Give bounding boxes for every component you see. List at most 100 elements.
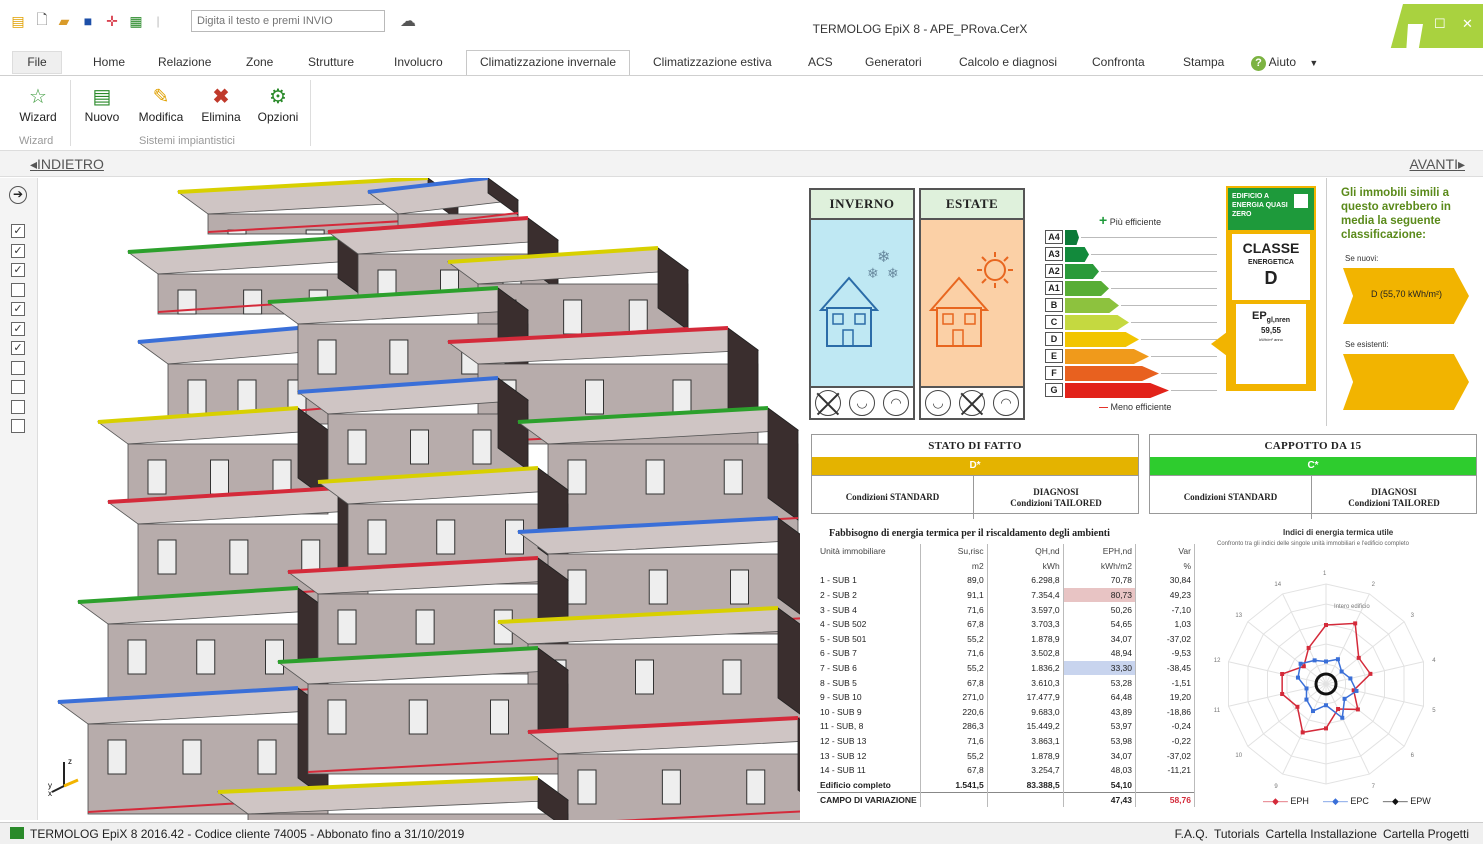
tab-home[interactable]: Home [91, 54, 127, 76]
epc-point [1340, 715, 1345, 720]
help-label: Aiuto [1268, 55, 1297, 69]
status-link[interactable]: Cartella Installazione [1266, 827, 1377, 841]
epc-point [1298, 661, 1303, 666]
apartment-block [276, 646, 570, 775]
layer-checkbox[interactable] [11, 419, 25, 433]
table-cell: 7 - SUB 6 [817, 660, 921, 676]
back-link[interactable]: ◂INDIETRO [30, 156, 104, 173]
table-row: 12 - SUB 13 71,6 3.863,1 53,98 -0,22 [817, 733, 1195, 749]
tab-climatizzazione-estiva[interactable]: Climatizzazione estiva [651, 54, 774, 76]
modifica-button[interactable]: ✎ Modifica [134, 84, 188, 134]
tab-involucro[interactable]: Involucro [392, 54, 445, 76]
vertical-divider [1326, 178, 1327, 426]
cappotto-tailored-cell[interactable]: DIAGNOSI Condizioni TAILORED [1312, 475, 1476, 519]
similar-existing-arrow [1343, 354, 1469, 410]
layer-checkbox[interactable]: ✓ [11, 263, 25, 277]
navigation-bar: ◂INDIETRO AVANTI▸ [0, 150, 1483, 177]
energy-class-label: C [1045, 315, 1063, 329]
layer-checkbox[interactable]: ✓ [11, 321, 25, 336]
table-cell: 3 - SUB 4 [817, 602, 921, 617]
status-link[interactable]: F.A.Q. [1175, 827, 1208, 841]
tab-calcolo-diagnosi[interactable]: Calcolo e diagnosi [957, 54, 1059, 76]
layer-checkbox[interactable]: ✓ [11, 243, 25, 258]
tab-file[interactable]: File [12, 51, 62, 74]
table-cell: 286,3 [920, 719, 988, 734]
status-link[interactable]: Cartella Progetti [1383, 827, 1469, 841]
save-icon[interactable]: ■ [80, 13, 96, 29]
expand-arrow-icon[interactable]: ➔ [9, 186, 27, 204]
tab-climatizzazione-invernale[interactable]: Climatizzazione invernale [466, 50, 631, 76]
calculator-icon[interactable]: ▦ [128, 13, 144, 29]
wizard-button[interactable]: ☆ Wizard [12, 84, 64, 134]
opzioni-button[interactable]: ⚙ Opzioni [254, 84, 302, 134]
tab-confronta[interactable]: Confronta [1090, 54, 1147, 76]
nzeb-label: EDIFICIO A ENERGIA QUASI ZERO [1232, 193, 1288, 218]
cappotto-standard-cell[interactable]: Condizioni STANDARD [1150, 475, 1312, 519]
building-3d-view[interactable]: zyx [38, 178, 800, 820]
legend-item: —◆— EPW [1383, 796, 1431, 806]
table-row: 5 - SUB 501 55,2 1.878,9 34,07 -37,02 [817, 631, 1195, 647]
search-input[interactable] [191, 10, 385, 32]
energy-class-bar [1065, 315, 1129, 330]
sad-face-icon: ◠ [993, 390, 1019, 416]
epc-point [1304, 686, 1309, 691]
table-cell: 43,89 [1063, 704, 1137, 720]
nuovo-label: Nuovo [84, 110, 120, 124]
table-row: 14 - SUB 11 67,8 3.254,7 48,03 -11,21 [817, 762, 1195, 778]
status-link[interactable]: Tutorials [1214, 827, 1260, 841]
minimize-icon[interactable]: — [1408, 16, 1421, 31]
table-cell: 67,8 [920, 616, 988, 632]
table-cell: -7,10 [1135, 602, 1195, 617]
elimina-button[interactable]: ✖ Elimina [198, 84, 244, 134]
tab-strutture[interactable]: Strutture [306, 54, 356, 76]
table-row: 6 - SUB 7 71,6 3.502,8 48,94 -9,53 [817, 646, 1195, 661]
nuovo-button[interactable]: ▤ Nuovo [80, 84, 124, 134]
radar-spoke-label: 10 [1235, 753, 1242, 759]
layer-checkbox[interactable]: ✓ [11, 341, 25, 355]
cloud-icon[interactable]: ☁ [396, 13, 420, 30]
layer-checkbox[interactable] [11, 380, 25, 394]
energy-class-label: A4 [1045, 230, 1063, 244]
ribbon-separator [70, 80, 71, 146]
back-label: INDIETRO [37, 156, 104, 172]
table-cell [920, 791, 988, 807]
table-cell: 53,28 [1063, 675, 1137, 690]
tab-stampa[interactable]: Stampa [1181, 54, 1226, 76]
layer-checkbox[interactable]: ✓ [11, 224, 25, 238]
tab-relazione[interactable]: Relazione [156, 54, 213, 76]
nzeb-checkbox [1294, 194, 1308, 208]
radar-spoke-label: 9 [1274, 784, 1278, 790]
layer-checkbox[interactable] [11, 360, 25, 375]
next-link[interactable]: AVANTI▸ [1409, 156, 1465, 173]
energy-class-guideline [1121, 305, 1217, 306]
class-pointer-icon [1211, 332, 1227, 356]
maximize-icon[interactable]: ☐ [1434, 16, 1446, 32]
radar-subtitle: Confronto tra gli indici delle singole u… [1217, 541, 1409, 547]
energy-class-guideline [1131, 322, 1217, 323]
stato-standard-cell[interactable]: Condizioni STANDARD [812, 475, 974, 519]
open-folder-icon[interactable]: ▰ [56, 13, 72, 29]
table-cell: 271,0 [920, 689, 988, 705]
results-panel: INVERNO ❄ ❄ ❄ ◡ ◠ ESTATE ◡ ◠ + Più effic… [803, 178, 1483, 820]
cappotto-standard-label: Condizioni STANDARD [1183, 492, 1278, 502]
layer-checkbox[interactable] [11, 282, 25, 297]
tab-generatori[interactable]: Generatori [863, 54, 924, 76]
new-file-icon[interactable]: 🗋 [34, 11, 50, 29]
help-menu[interactable]: ? Aiuto ▼ [1249, 54, 1320, 76]
tab-zone[interactable]: Zone [244, 54, 275, 76]
crosshair-icon[interactable]: ✛ [104, 13, 120, 29]
layer-checkbox[interactable]: ✓ [11, 302, 25, 316]
stato-tailored-cell[interactable]: DIAGNOSI Condizioni TAILORED [974, 475, 1138, 519]
energy-class-label: A1 [1045, 281, 1063, 295]
tab-acs[interactable]: ACS [806, 54, 835, 76]
winter-rating-faces: ◡ ◠ [811, 386, 913, 418]
energy-class-label: A3 [1045, 247, 1063, 261]
less-efficient-row: — Meno efficiente [1099, 402, 1171, 412]
close-icon[interactable]: ✕ [1462, 16, 1473, 32]
ep-sub: gl,nren [1266, 317, 1291, 325]
apartment-block [526, 716, 800, 820]
table-row: Unità immobiliare Su,risc QH,nd EPH,nd Var [817, 544, 1195, 559]
table-cell: 14 - SUB 11 [817, 762, 921, 778]
table-cell: 30,84 [1135, 573, 1195, 588]
layer-checkbox[interactable] [11, 399, 25, 414]
